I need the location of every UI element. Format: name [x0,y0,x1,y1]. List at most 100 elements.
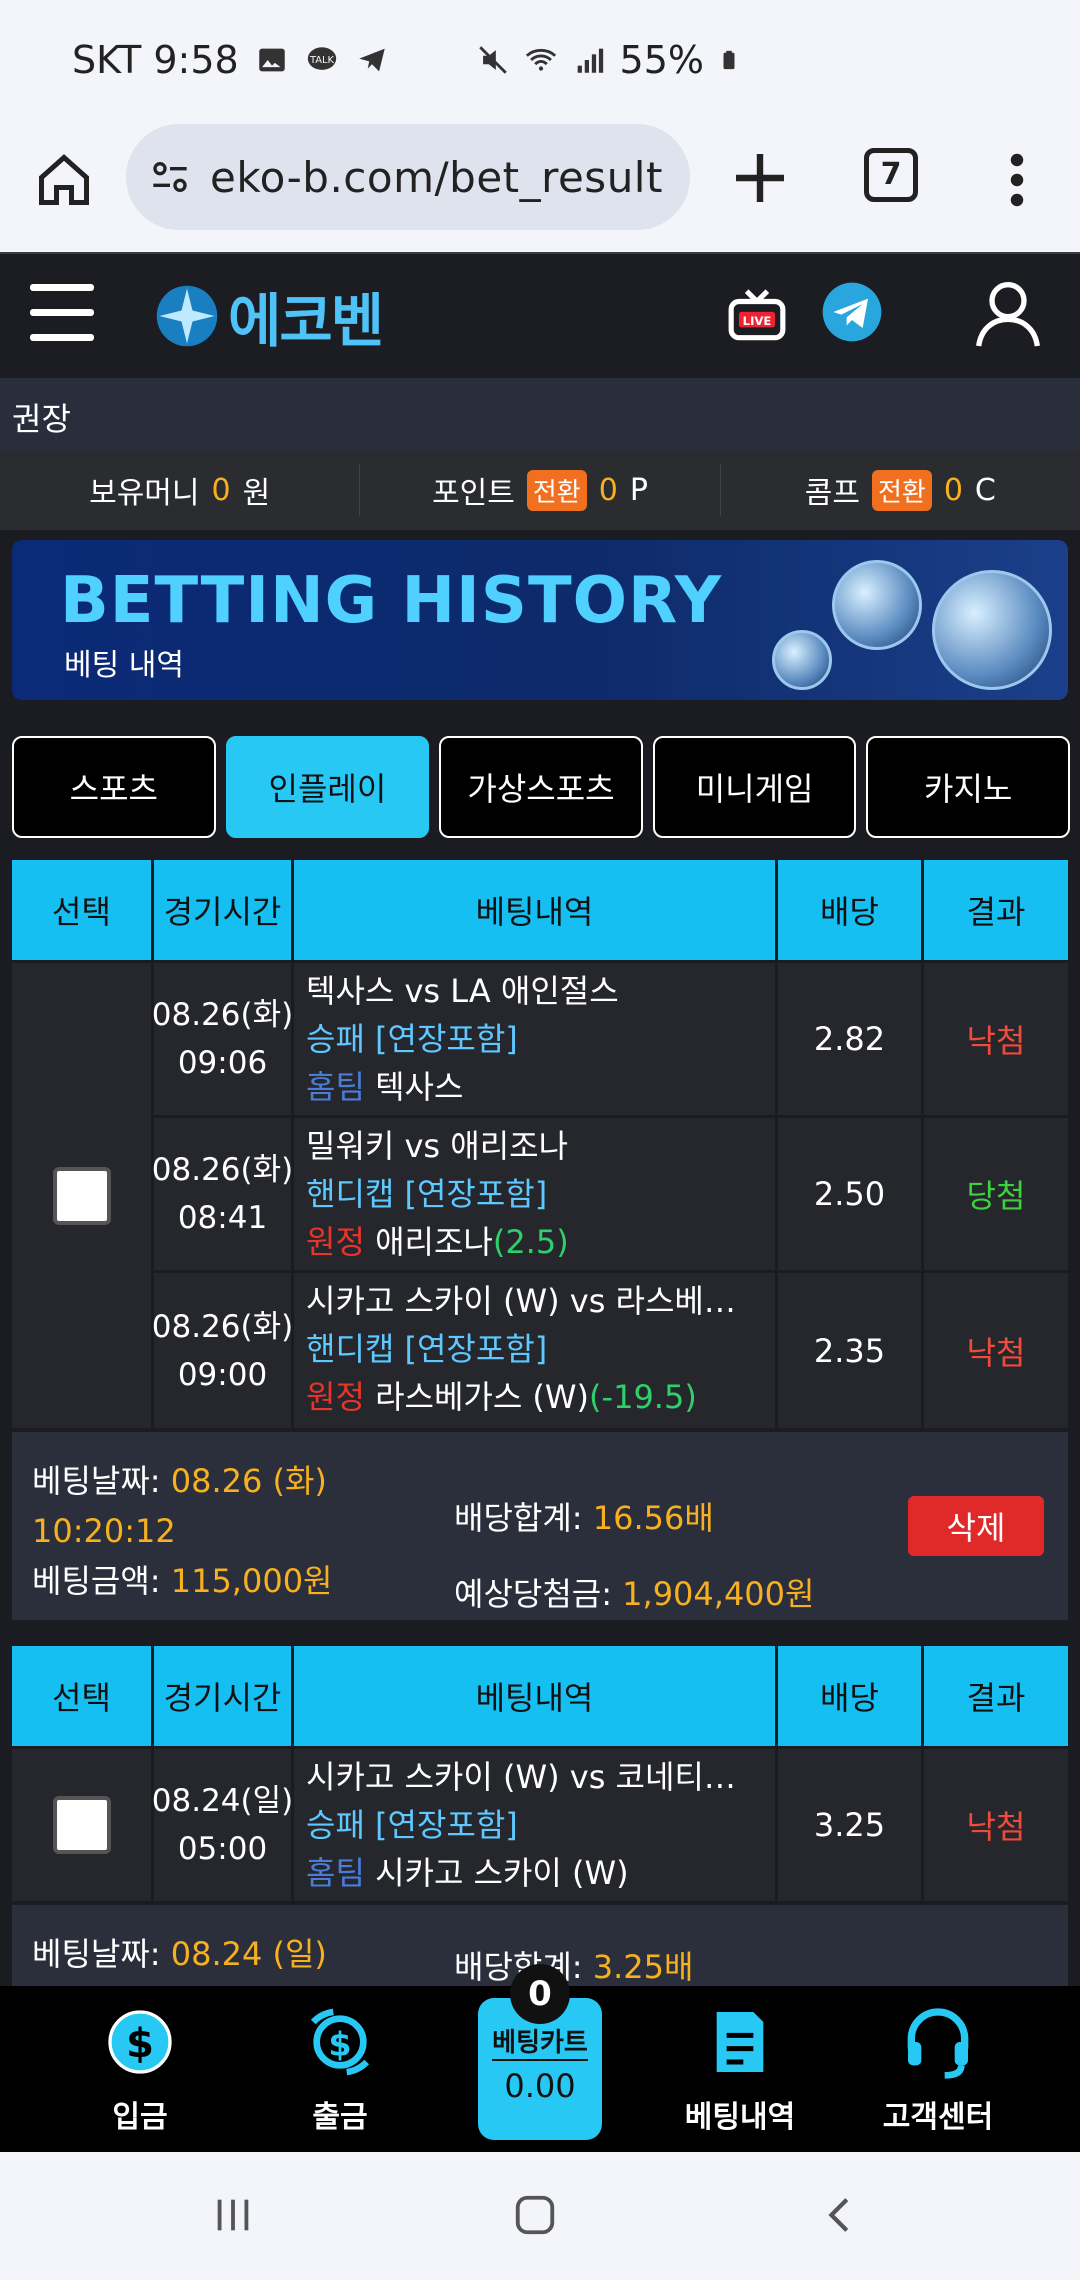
svg-text:$: $ [126,2021,154,2067]
battery-percent: 55% [619,38,704,82]
match-time: 05:00 [177,1831,268,1867]
tab-inplay[interactable]: 인플레이 [225,736,430,838]
cart-count-badge: 0 [510,1964,570,2024]
delete-button[interactable]: 삭제 [908,1496,1044,1556]
comp-convert-button[interactable]: 전환 [871,469,932,511]
match-time: 08:41 [177,1200,268,1236]
wifi-icon [525,48,556,71]
odds-value: 3.25 [778,1749,924,1901]
tab-minigame[interactable]: 미니게임 [652,736,857,838]
odds-value: 2.35 [778,1273,924,1428]
header-time: 경기시간 [154,860,294,960]
comp-cell: 콤프 전환 0 C [721,450,1080,530]
nav-withdraw-label: 출금 [312,2100,368,2135]
breadcrumb: 권장 [0,378,1080,450]
result-status: 낙첨 [966,1333,1026,1372]
nav-deposit[interactable]: $ 입금 [40,1986,240,2152]
coin-decoration [772,630,832,690]
header-odds: 배당 [778,860,924,960]
pick-team: 텍사스 [375,1068,464,1106]
site-settings-icon[interactable] [148,157,192,197]
mute-icon [478,46,507,74]
status-bar: SKT 9:58 TALK 55% [0,0,1080,120]
bet-time: 10:20:12 [32,1512,176,1550]
bet-amount: 115,000원 [170,1562,333,1600]
pick-side: 홈팀 [306,1854,365,1892]
match-name: 시카고 스카이 (W) vs 코네티… [306,1758,736,1796]
point-unit: P [629,472,648,508]
match-time: 09:06 [177,1045,268,1081]
header-odds: 배당 [778,1646,924,1746]
pick-team: 시카고 스카이 (W) [375,1854,629,1892]
more-menu-icon[interactable] [1000,150,1034,210]
svg-text:TALK: TALK [309,55,335,66]
point-label: 포인트 [432,476,515,511]
banner-title: BETTING HISTORY [60,564,723,638]
match-name: 밀워키 vs 애리조나 [306,1127,569,1165]
pick-side: 원정 [306,1378,365,1416]
nav-history-label: 베팅내역 [684,2100,796,2135]
header-result: 결과 [966,893,1026,931]
signal-icon [577,48,603,73]
match-date: 08.24(일) [151,1783,294,1819]
telegram-icon[interactable] [820,280,884,344]
new-tab-icon[interactable] [728,146,792,210]
recent-apps-icon[interactable] [210,2192,256,2238]
table-header: 선택 경기시간 베팅내역 배당 결과 [12,1646,1068,1746]
nav-deposit-label: 입금 [112,2100,168,2135]
table-row: 08.26(화) 08:41 밀워키 vs 애리조나 핸디캡 [연장포함] 원정 … [152,1118,1068,1273]
home-icon[interactable] [34,150,94,210]
back-icon[interactable] [818,2192,864,2238]
withdraw-coin-icon: $ [310,2008,370,2076]
select-cell [12,963,154,1428]
money-bar: 보유머니 0 원 포인트 전환 0 P 콤프 전환 0 C [0,450,1080,530]
comp-unit: C [974,472,996,508]
point-convert-button[interactable]: 전환 [526,469,587,511]
pick-team: 애리조나 [375,1223,493,1261]
balance-cell: 보유머니 0 원 [0,450,359,530]
bet-cart-button[interactable]: 0 베팅카트 0.00 [478,1964,602,2140]
kakaotalk-icon: TALK [307,47,336,70]
live-tv-icon[interactable]: LIVE [726,286,788,348]
nav-support[interactable]: 고객센터 [838,1986,1038,2152]
home-nav-icon[interactable] [512,2192,558,2238]
table-row: 08.26(화) 09:00 시카고 스카이 (W) vs 라스베… 핸디캡 [연… [152,1273,1068,1428]
tab-virtual-sports[interactable]: 가상스포츠 [439,736,643,838]
bet-select-checkbox[interactable] [52,1796,111,1854]
odds-value: 2.50 [778,1118,924,1270]
coin-decoration [832,560,922,650]
system-navigation-bar [0,2152,1080,2280]
tab-sports[interactable]: 스포츠 [12,736,216,838]
nav-support-label: 고객센터 [882,2100,994,2135]
table-row: 08.24(일) 05:00 시카고 스카이 (W) vs 코네티… 승패 [연장… [151,1749,1068,1901]
url-text[interactable]: eko-b.com/bet_result [210,153,663,202]
deposit-coin-icon: $ [108,2010,172,2074]
bet-date-label: 베팅날짜: [32,1462,161,1500]
tab-switcher-button[interactable]: 7 [864,148,918,202]
bet-select-checkbox[interactable] [52,1166,111,1225]
match-name: 텍사스 vs LA 애인절스 [306,972,619,1010]
tab-casino[interactable]: 카지노 [866,736,1070,838]
address-bar[interactable]: eko-b.com/bet_result [126,124,690,230]
user-icon[interactable] [976,278,1040,350]
site-logo[interactable]: 에코벤 [154,280,446,355]
header-time: 경기시간 [154,1646,294,1746]
nav-bet-history[interactable]: 베팅내역 [640,1986,840,2152]
match-date: 08.26(화) [151,997,294,1033]
balance-unit: 원 [242,476,271,511]
gallery-icon [258,48,285,72]
nav-withdraw[interactable]: $ 출금 [240,1986,440,2152]
header-select: 선택 [12,1646,154,1746]
menu-icon[interactable] [30,284,94,342]
bet-date-label: 베팅날짜: [32,1935,161,1973]
odds-total: 16.56배 [592,1499,714,1537]
table-row: 08.26(화) 09:06 텍사스 vs LA 애인절스 승패 [연장포함] 홈… [151,963,1068,1118]
bet-amount-label: 베팅금액: [32,1562,161,1600]
headset-icon [907,2008,969,2079]
match-name: 시카고 스카이 (W) vs 라스베… [306,1282,736,1320]
handicap-line: (-19.5) [589,1378,697,1416]
cart-label: 베팅카트 [492,2022,588,2061]
balance-label: 보유머니 [89,476,200,511]
expected-win: 1,904,400원 [622,1575,815,1613]
result-status: 낙첨 [966,1022,1026,1060]
